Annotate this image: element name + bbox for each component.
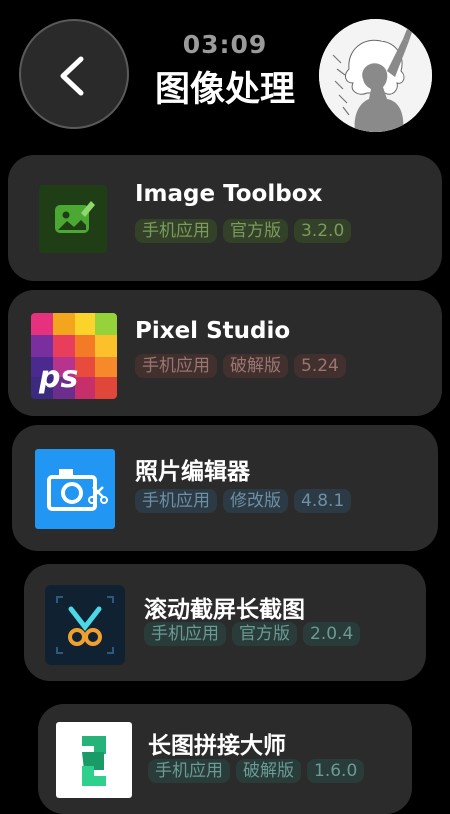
camera-scissors-icon (35, 449, 115, 529)
scissors-crop-icon (45, 585, 125, 665)
app-tag: 破解版 (236, 759, 301, 783)
app-name: Image Toolbox (135, 181, 323, 207)
app-tags: 手机应用 破解版 5.24 (135, 354, 346, 378)
green-s-logo-icon (56, 722, 132, 798)
app-card[interactable]: 长图拼接大师 手机应用 破解版 1.6.0 (38, 704, 412, 814)
app-name: Pixel Studio (135, 318, 291, 344)
app-card[interactable]: ps Pixel Studio 手机应用 破解版 5.24 (8, 290, 442, 416)
app-tag: 官方版 (232, 622, 297, 646)
app-tags: 手机应用 修改版 4.8.1 (135, 489, 352, 513)
app-name: 滚动截屏长截图 (144, 597, 305, 623)
app-tag: 官方版 (223, 219, 288, 243)
app-tag: 手机应用 (135, 219, 217, 243)
pixel-studio-ps-icon: ps (31, 313, 117, 399)
app-tag: 3.2.0 (294, 219, 352, 243)
app-tag: 4.8.1 (294, 489, 352, 513)
image-edit-icon (39, 185, 107, 253)
app-card[interactable]: 滚动截屏长截图 手机应用 官方版 2.0.4 (24, 564, 426, 681)
anime-girl-silhouette-avatar (319, 19, 432, 132)
app-name: 照片编辑器 (135, 459, 250, 485)
app-tags: 手机应用 官方版 2.0.4 (144, 622, 361, 646)
svg-text:ps: ps (38, 360, 78, 395)
app-card[interactable]: 照片编辑器 手机应用 修改版 4.8.1 (12, 425, 438, 551)
app-tag: 手机应用 (148, 759, 230, 783)
app-tag: 1.6.0 (307, 759, 365, 783)
user-avatar[interactable] (319, 19, 432, 132)
app-tag: 手机应用 (135, 354, 217, 378)
app-tag: 5.24 (294, 354, 346, 378)
app-tag: 手机应用 (135, 489, 217, 513)
app-tags: 手机应用 官方版 3.2.0 (135, 219, 352, 243)
app-tag: 2.0.4 (303, 622, 361, 646)
app-card[interactable]: Image Toolbox 手机应用 官方版 3.2.0 (8, 155, 442, 281)
app-tag: 修改版 (223, 489, 288, 513)
app-name: 长图拼接大师 (148, 733, 286, 759)
app-tags: 手机应用 破解版 1.6.0 (148, 759, 365, 783)
app-tag: 破解版 (223, 354, 288, 378)
app-tag: 手机应用 (144, 622, 226, 646)
